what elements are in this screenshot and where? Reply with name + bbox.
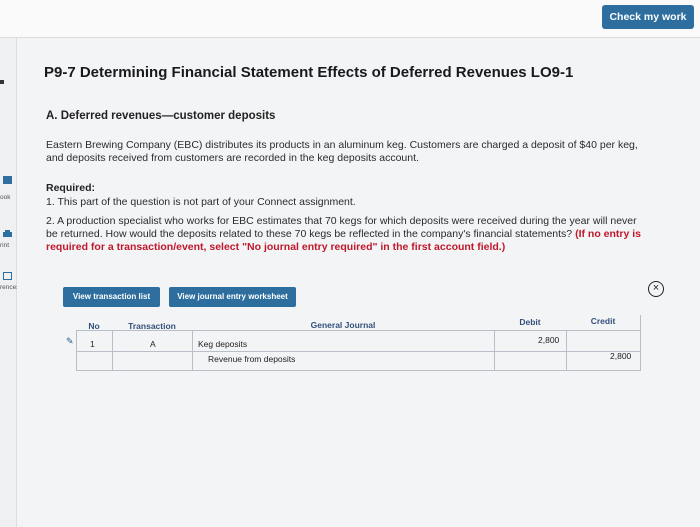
close-icon[interactable]: × xyxy=(648,281,664,297)
col-line xyxy=(192,330,193,370)
edit-pencil-icon[interactable]: ✎ xyxy=(66,336,74,347)
table-bottom xyxy=(76,370,641,371)
col-line xyxy=(76,330,77,370)
top-bar: Check my work xyxy=(0,0,700,38)
check-my-work-button[interactable]: Check my work xyxy=(602,5,694,29)
print-icon[interactable] xyxy=(3,230,12,238)
requirement-2-instruction: (If no entry is xyxy=(572,228,641,240)
header-general-journal: General Journal xyxy=(310,320,376,330)
col-line xyxy=(640,315,641,370)
requirement-2-line-2: be returned. How would the deposits rela… xyxy=(46,228,696,241)
rail-item-print[interactable]: rint xyxy=(0,242,17,249)
intro-line-1: Eastern Brewing Company (EBC) distribute… xyxy=(46,139,638,151)
header-debit: Debit xyxy=(519,317,541,327)
view-journal-entry-worksheet-button[interactable]: View journal entry worksheet xyxy=(169,287,296,307)
rail-item-book[interactable]: ook xyxy=(0,194,17,201)
required-label: Required: xyxy=(46,182,96,194)
debit-account: Keg deposits xyxy=(198,339,248,349)
section-title: A. Deferred revenues—customer deposits xyxy=(46,110,276,122)
view-transaction-list-button[interactable]: View transaction list xyxy=(63,287,160,307)
debit-amount: 2,800 xyxy=(538,335,560,345)
requirement-2-line-3: required for a transaction/event, select… xyxy=(46,241,506,253)
problem-title: P9-7 Determining Financial Statement Eff… xyxy=(44,64,574,81)
requirement-2-line-1: 2. A production specialist who works for… xyxy=(46,215,637,227)
rail-item-references[interactable]: rences xyxy=(0,284,17,291)
col-line xyxy=(494,330,495,370)
row-transaction: A xyxy=(150,339,156,349)
col-line xyxy=(112,330,113,370)
header-credit: Credit xyxy=(590,316,616,326)
col-line xyxy=(566,330,567,370)
requirement-1: 1. This part of the question is not part… xyxy=(46,196,356,208)
credit-account: Revenue from deposits xyxy=(208,354,296,364)
book-icon[interactable] xyxy=(3,176,12,184)
header-transaction: Transaction xyxy=(128,321,176,331)
rail-marker xyxy=(0,80,4,84)
header-no: No xyxy=(88,321,100,331)
requirement-2-text: be returned. How would the deposits rela… xyxy=(46,228,573,240)
credit-amount: 2,800 xyxy=(610,351,632,361)
row-no: 1 xyxy=(90,339,95,349)
intro-line-2: and deposits received from customers are… xyxy=(46,152,419,164)
row-divider xyxy=(76,351,641,352)
references-icon[interactable] xyxy=(3,272,12,280)
left-rail: ook rint rences xyxy=(0,38,17,527)
